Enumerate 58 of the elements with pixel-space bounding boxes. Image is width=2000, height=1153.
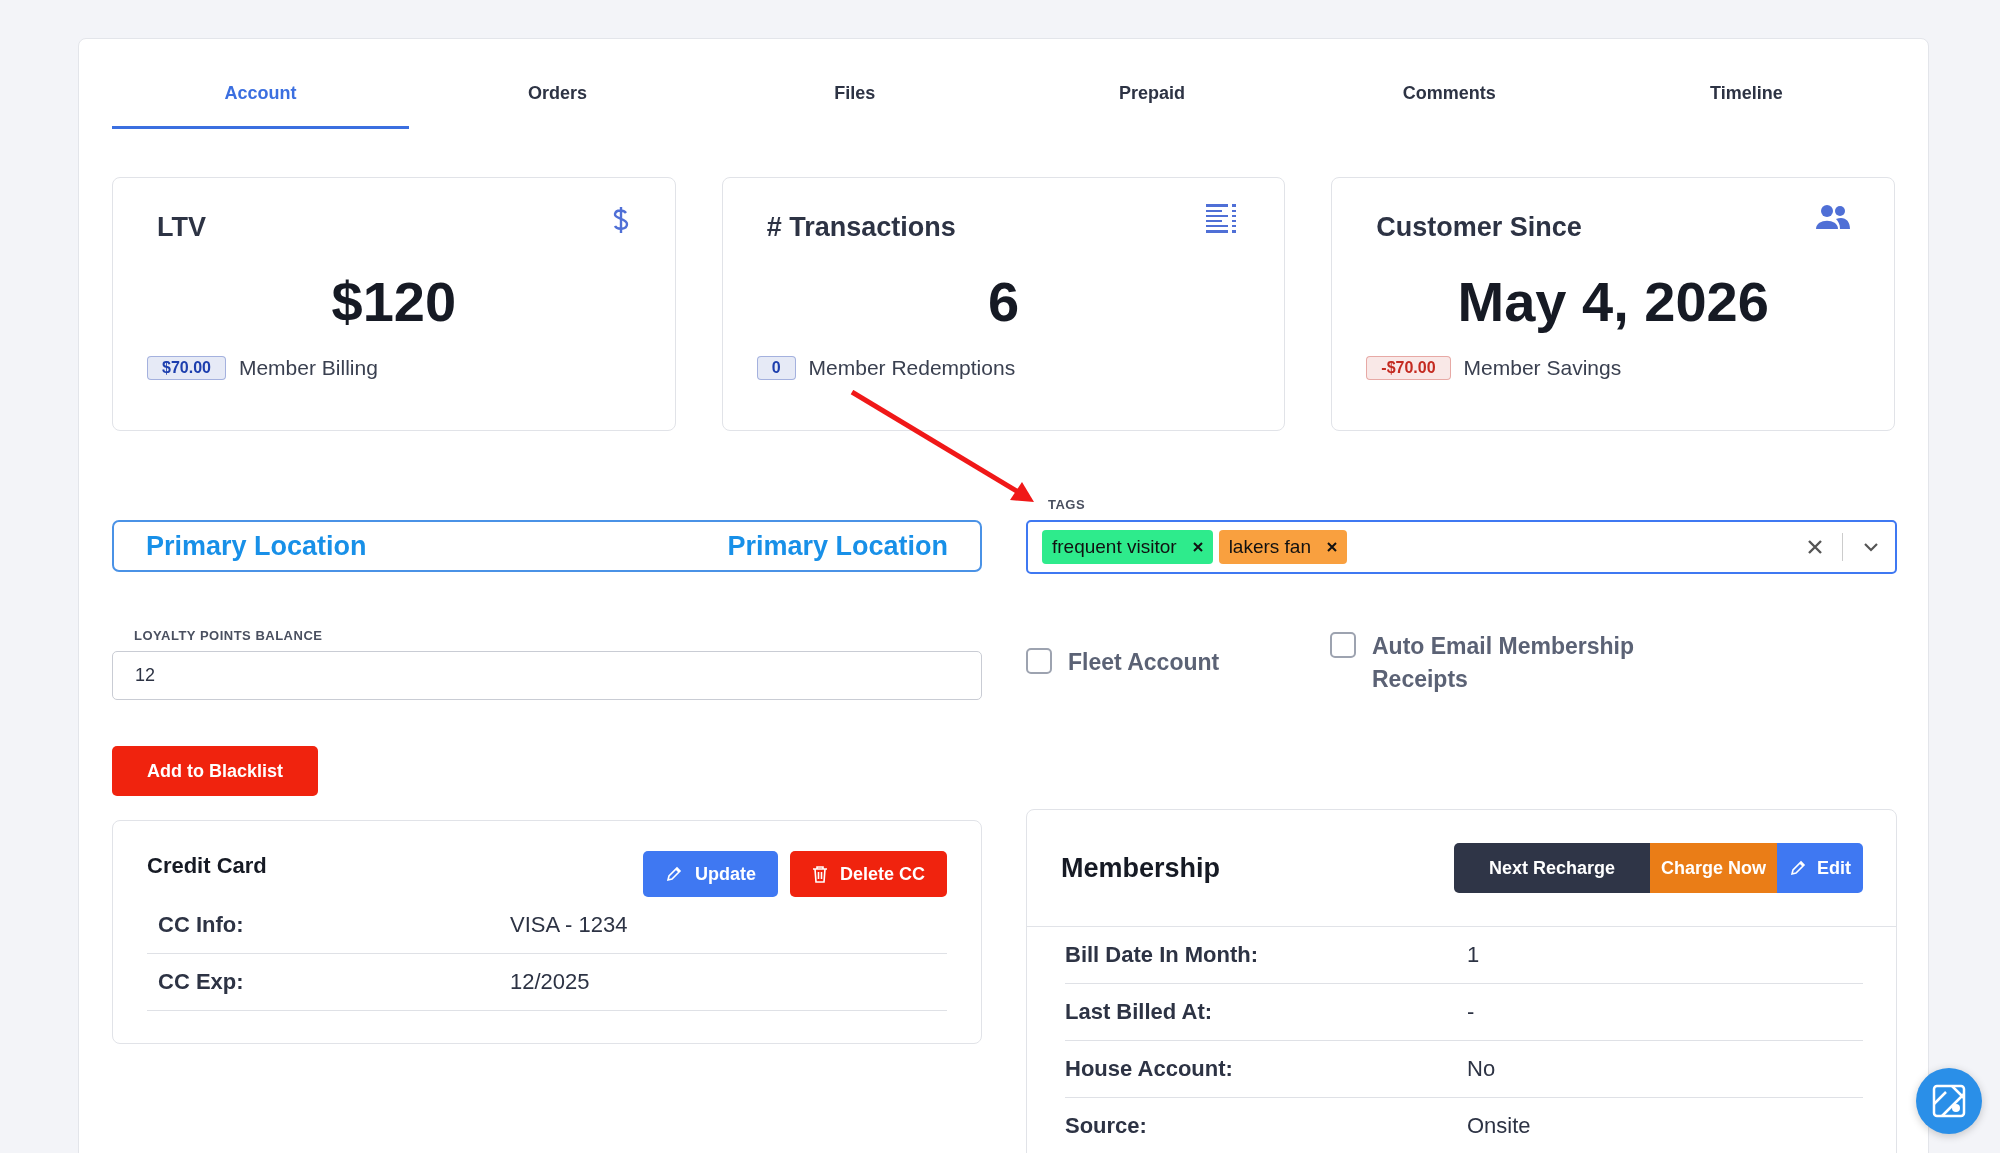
stat-title: LTV — [157, 212, 206, 243]
loyalty-points-field[interactable]: 12 — [112, 651, 982, 700]
stat-value: 6 — [986, 269, 1021, 334]
location-value: Primary Location — [727, 530, 948, 562]
row-label: CC Info: — [157, 912, 245, 938]
trash-icon — [811, 865, 828, 883]
row-label: Bill Date In Month: — [1065, 942, 1260, 968]
row-label: Last Billed At: — [1065, 999, 1214, 1025]
tab[interactable]: Orders — [409, 83, 707, 129]
row-value: 1 — [1467, 942, 1480, 968]
pencil-icon — [664, 865, 683, 883]
chevron-down-icon[interactable] — [1863, 542, 1879, 552]
delete-button[interactable]: Delete CC — [789, 851, 947, 897]
tags-field[interactable]: frequent visitor lakers fan — [1026, 520, 1897, 574]
remove-icon[interactable] — [1192, 542, 1203, 552]
clear-icon[interactable] — [1808, 540, 1822, 554]
add-to-blacklist-button[interactable]: Add to Blacklist — [112, 746, 318, 796]
field-label: TAGS — [1047, 497, 1087, 512]
tab[interactable]: Comments — [1300, 83, 1598, 129]
tab[interactable]: Prepaid — [1003, 83, 1301, 129]
tab[interactable]: Account — [112, 83, 409, 129]
row-label: Source: — [1065, 1113, 1148, 1139]
pencil-icon — [1789, 859, 1807, 877]
stat-caption: Member Billing — [238, 356, 378, 380]
amount-badge: $70.00 — [147, 356, 226, 380]
tab[interactable]: Timeline — [1597, 83, 1895, 129]
remove-icon[interactable] — [1327, 542, 1337, 552]
location-label: Primary Location — [146, 530, 367, 562]
row-value: 12/2025 — [510, 969, 590, 995]
checkbox-label: Auto Email Membership Receipts — [1372, 632, 1635, 694]
help-button[interactable] — [1916, 1068, 1982, 1134]
row-label: House Account: — [1065, 1056, 1234, 1082]
checkbox[interactable] — [1330, 632, 1356, 658]
checkbox-label: Fleet Account — [1068, 648, 1220, 677]
amount-badge: 0 — [756, 356, 796, 380]
stat-value: $120 — [330, 269, 458, 334]
update-button[interactable]: Update — [642, 851, 778, 897]
edit-button[interactable]: Edit — [1777, 843, 1863, 893]
stat-value: May 4, 2026 — [1456, 269, 1770, 334]
checkbox[interactable] — [1026, 648, 1052, 674]
card-title: Credit Card — [147, 853, 267, 879]
row-value: - — [1467, 999, 1475, 1025]
stat-title: Customer Since — [1376, 212, 1582, 243]
row-value: Onsite — [1467, 1113, 1531, 1139]
stat-caption: Member Savings — [1463, 356, 1622, 380]
users-icon — [1816, 204, 1850, 230]
stat-caption: Member Redemptions — [808, 356, 1016, 380]
row-value: VISA - 1234 — [510, 912, 628, 938]
field-label: LOYALTY POINTS BALANCE — [133, 628, 324, 643]
row-value: No — [1467, 1056, 1496, 1082]
row-label: CC Exp: — [157, 969, 245, 995]
tag-label: lakers fan — [1228, 536, 1311, 558]
stat-title: # Transactions — [766, 212, 956, 243]
card-title: Membership — [1061, 852, 1221, 884]
amount-badge: -$70.00 — [1366, 356, 1451, 380]
tab[interactable]: Files — [706, 83, 1004, 129]
next-recharge-button[interactable]: Next Recharge — [1454, 843, 1650, 893]
tag-label: frequent visitor — [1052, 536, 1177, 558]
